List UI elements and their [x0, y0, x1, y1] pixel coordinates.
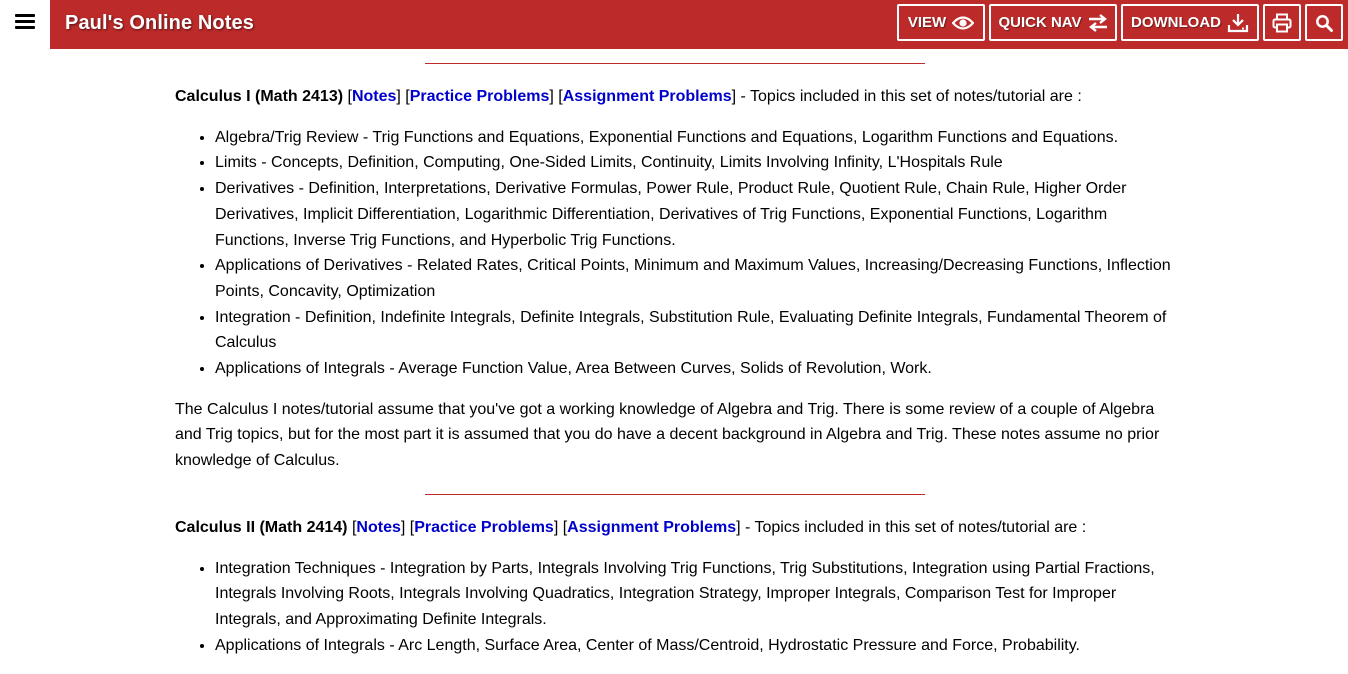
list-item: Limits - Concepts, Definition, Computing… [215, 150, 1175, 176]
view-button[interactable]: VIEW [897, 4, 985, 41]
topics-intro: ] - Topics included in this set of notes… [731, 88, 1082, 105]
calculus-2-heading: Calculus II (Math 2414) [Notes] [Practic… [175, 515, 1175, 541]
print-button[interactable] [1263, 4, 1301, 41]
bracket: ] [ [549, 88, 563, 105]
section-divider [425, 63, 925, 64]
download-button-label: DOWNLOAD [1131, 14, 1221, 31]
site-title[interactable]: Paul's Online Notes [65, 12, 254, 35]
print-icon [1272, 13, 1292, 33]
course-summary: The Calculus I notes/tutorial assume tha… [175, 400, 1160, 470]
quick-nav-button[interactable]: QUICK NAV [989, 4, 1117, 41]
calculus-2-section: Calculus II (Math 2414) [Notes] [Practic… [175, 515, 1175, 674]
bracket: ] [ [396, 88, 410, 105]
search-icon [1315, 14, 1333, 32]
list-item: Derivatives - Definition, Interpretation… [215, 176, 1175, 253]
course-title: Calculus I (Math 2413) [175, 88, 344, 105]
notes-link[interactable]: Notes [352, 88, 396, 105]
course-title: Calculus II (Math 2414) [175, 519, 348, 536]
view-button-label: VIEW [907, 14, 947, 31]
topic-list: Integration Techniques - Integration by … [175, 556, 1175, 659]
search-button[interactable] [1305, 4, 1343, 41]
calculus-1-section: Calculus I (Math 2413) [Notes] [Practice… [175, 84, 1175, 474]
list-item: Applications of Derivatives - Related Ra… [215, 253, 1175, 304]
bracket: ] [ [553, 519, 568, 536]
list-item: Algebra/Trig Review - Trig Functions and… [215, 125, 1175, 151]
calculus-1-heading: Calculus I (Math 2413) [Notes] [Practice… [175, 84, 1175, 110]
practice-problems-link[interactable]: Practice Problems [414, 519, 554, 536]
quick-nav-button-label: QUICK NAV [998, 14, 1082, 31]
practice-problems-link[interactable]: Practice Problems [410, 88, 550, 105]
list-item: Applications of Integrals - Average Func… [215, 356, 1175, 382]
download-button[interactable]: DOWNLOAD [1121, 4, 1259, 41]
swap-arrows-icon [1088, 13, 1108, 32]
list-item: Integration Techniques - Integration by … [215, 556, 1175, 633]
section-divider [425, 494, 925, 495]
notes-link[interactable]: Notes [356, 519, 400, 536]
list-item: Integration - Definition, Indefinite Int… [215, 305, 1175, 356]
menu-icon[interactable] [12, 10, 38, 36]
assignment-problems-link[interactable]: Assignment Problems [567, 519, 736, 536]
download-icon [1227, 13, 1249, 33]
eye-icon [952, 15, 975, 31]
assignment-problems-link[interactable]: Assignment Problems [563, 88, 732, 105]
site-header: Paul's Online Notes VIEW QUICK NAV DOWNL… [50, 0, 1348, 49]
topics-intro: ] - Topics included in this set of notes… [736, 519, 1087, 536]
bracket: ] [ [400, 519, 415, 536]
topic-list: Algebra/Trig Review - Trig Functions and… [175, 125, 1175, 382]
